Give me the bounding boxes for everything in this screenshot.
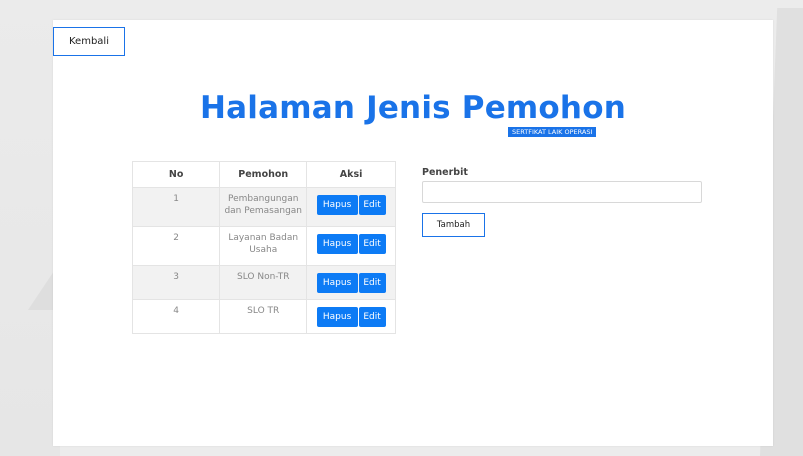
page-badge: SERTFIKAT LAIK OPERASI <box>508 127 597 137</box>
cell-pemohon: SLO Non-TR <box>219 265 308 300</box>
cell-aksi: Hapus Edit <box>306 226 396 266</box>
penerbit-label: Penerbit <box>422 167 468 178</box>
table-row: 3 SLO Non-TR Hapus Edit <box>132 265 396 300</box>
pemohon-text-line2: dan Pemasangan <box>224 206 302 216</box>
back-button[interactable]: Kembali <box>53 27 125 56</box>
table-header-row: No Pemohon Aksi <box>132 161 396 188</box>
cell-no: 4 <box>132 299 221 334</box>
cell-aksi: Hapus Edit <box>306 187 396 227</box>
table-row: 4 SLO TR Hapus Edit <box>132 299 396 334</box>
pemohon-text-line2: Usaha <box>249 245 278 255</box>
cell-pemohon: Pembangungan dan Pemasangan <box>219 187 308 227</box>
pemohon-text-line1: SLO TR <box>247 306 280 316</box>
delete-button[interactable]: Hapus <box>316 234 358 254</box>
table-row: 1 Pembangungan dan Pemasangan Hapus Edit <box>132 187 396 227</box>
cell-no: 2 <box>132 226 221 266</box>
page-title: Halaman Jenis Pemohon <box>200 90 626 126</box>
table-row: 2 Layanan Badan Usaha Hapus Edit <box>132 226 396 266</box>
delete-button[interactable]: Hapus <box>316 273 358 293</box>
cell-pemohon: SLO TR <box>219 299 308 334</box>
main-panel: Kembali Halaman Jenis Pemohon SERTFIKAT … <box>53 20 773 446</box>
edit-button[interactable]: Edit <box>358 234 386 254</box>
column-header-pemohon: Pemohon <box>219 161 308 188</box>
column-header-no: No <box>132 161 221 188</box>
pemohon-text-line1: SLO Non-TR <box>236 272 290 282</box>
delete-button[interactable]: Hapus <box>316 195 358 215</box>
cell-aksi: Hapus Edit <box>306 299 396 334</box>
pemohon-text-line1: Layanan Badan <box>228 233 299 243</box>
add-button[interactable]: Tambah <box>422 213 485 237</box>
pemohon-text-line1: Pembangungan <box>228 194 299 204</box>
edit-button[interactable]: Edit <box>358 195 386 215</box>
penerbit-input[interactable] <box>422 181 702 203</box>
cell-pemohon: Layanan Badan Usaha <box>219 226 308 266</box>
column-header-aksi: Aksi <box>306 161 396 188</box>
background-left <box>0 0 60 456</box>
pemohon-table: No Pemohon Aksi 1 Pembangungan dan Pemas… <box>132 161 396 334</box>
cell-no: 3 <box>132 265 221 300</box>
delete-button[interactable]: Hapus <box>316 307 358 327</box>
cell-aksi: Hapus Edit <box>306 265 396 300</box>
edit-button[interactable]: Edit <box>358 273 386 293</box>
edit-button[interactable]: Edit <box>358 307 386 327</box>
cell-no: 1 <box>132 187 221 227</box>
